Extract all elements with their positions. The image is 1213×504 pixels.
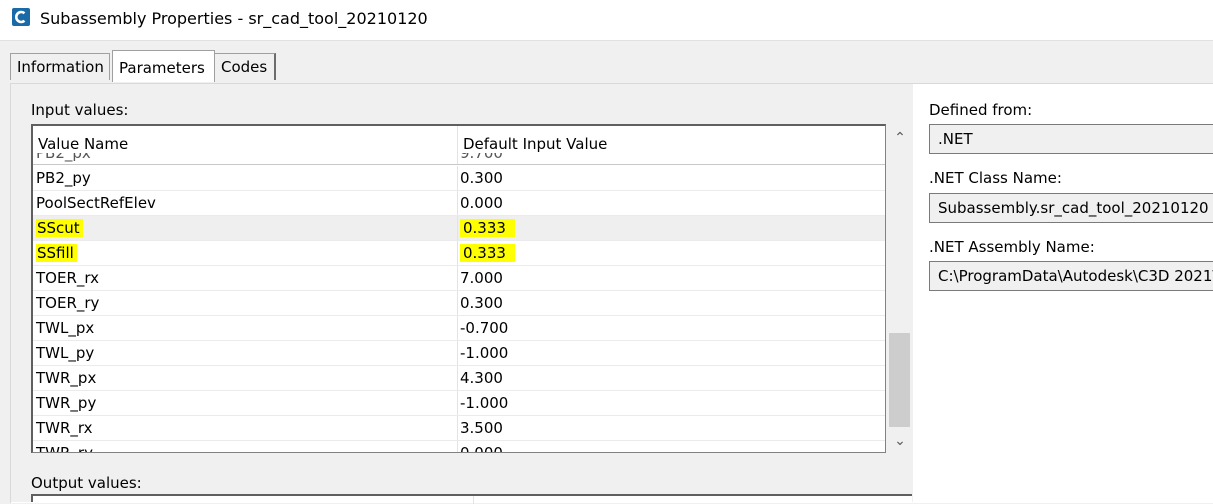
table-row[interactable]: TOER_rx 7.000	[33, 266, 885, 291]
table-row[interactable]: TWL_px -0.700	[33, 316, 885, 341]
default-value-cell[interactable]: 0.000	[460, 194, 503, 212]
value-name-cell: SScut	[36, 219, 83, 237]
grid-rows: PB2_py 0.300 PoolSectRefElev 0.000 SScut…	[33, 166, 885, 453]
output-values-grid[interactable]	[31, 494, 912, 504]
highlight-mark: SScut	[36, 219, 83, 237]
value-name-cell: PoolSectRefElev	[36, 194, 156, 212]
input-values-label: Input values:	[31, 101, 129, 119]
tab-strip: Information Parameters Codes	[0, 41, 1213, 83]
table-row-partial: PB2_px 9.700	[33, 153, 885, 166]
tab-parameters[interactable]: Parameters	[112, 50, 215, 82]
civil3d-icon	[12, 8, 30, 26]
table-row[interactable]: TWR_py -1.000	[33, 391, 885, 416]
table-row[interactable]: TWR_px 4.300	[33, 366, 885, 391]
window-title: Subassembly Properties - sr_cad_tool_202…	[40, 9, 428, 28]
default-value-cell[interactable]: 3.500	[460, 419, 503, 437]
table-row[interactable]: TWR_rx 3.500	[33, 416, 885, 441]
title-bar: Subassembly Properties - sr_cad_tool_202…	[0, 0, 1213, 41]
defined-from-field: .NET	[929, 124, 1213, 154]
value-name-cell: TWR_ry	[36, 444, 93, 453]
tab-information[interactable]: Information	[10, 53, 110, 80]
value-name-cell: PB2_py	[36, 169, 91, 187]
default-value-cell[interactable]: 0.300	[460, 169, 503, 187]
default-value-cell[interactable]: 0.300	[460, 294, 503, 312]
value-name-cell: TWR_py	[36, 394, 97, 412]
chevron-up-icon[interactable]: ⌃	[890, 128, 910, 148]
value-name-cell: TWR_rx	[36, 419, 93, 437]
default-value-cell[interactable]: 0.333	[460, 219, 515, 237]
table-row[interactable]: PoolSectRefElev 0.000	[33, 191, 885, 216]
column-header-default-value[interactable]: Default Input Value	[463, 135, 607, 153]
table-row[interactable]: SSfill 0.333	[33, 241, 885, 266]
value-name-cell: TOER_rx	[36, 269, 100, 287]
net-class-name-label: .NET Class Name:	[929, 169, 1062, 187]
default-value-cell[interactable]: 7.000	[460, 269, 503, 287]
value-name-cell: TWL_px	[36, 319, 95, 337]
partial-row-value: 9.700	[460, 153, 503, 162]
table-row[interactable]: TOER_ry 0.300	[33, 291, 885, 316]
highlight-mark: 0.333	[460, 219, 515, 237]
table-row-selected[interactable]: SScut 0.333	[33, 216, 885, 241]
table-row[interactable]: TWL_py -1.000	[33, 341, 885, 366]
scrollbar-thumb[interactable]	[889, 333, 910, 427]
table-row[interactable]: TWR_ry 0.000	[33, 441, 885, 453]
value-name-cell: TWR_px	[36, 369, 97, 387]
column-divider	[473, 496, 474, 504]
net-class-name-field: Subassembly.sr_cad_tool_20210120	[929, 193, 1213, 223]
value-name-cell: TWL_py	[36, 344, 95, 362]
output-values-label: Output values:	[31, 474, 142, 492]
default-value-cell[interactable]: -1.000	[460, 344, 508, 362]
vertical-scrollbar[interactable]: ⌃ ⌄	[887, 124, 912, 455]
default-value-cell[interactable]: 0.333	[460, 244, 515, 262]
input-values-grid[interactable]: Value Name Default Input Value PB2_px 9.…	[31, 124, 886, 453]
default-value-cell[interactable]: -0.700	[460, 319, 508, 337]
highlight-mark: 0.333	[460, 244, 515, 262]
value-name-cell: TOER_ry	[36, 294, 100, 312]
net-assembly-name-label: .NET Assembly Name:	[929, 238, 1095, 256]
tab-codes[interactable]: Codes	[214, 53, 276, 80]
column-header-value-name[interactable]: Value Name	[38, 135, 128, 153]
default-value-cell[interactable]: 0.000	[460, 444, 503, 452]
table-row[interactable]: PB2_py 0.300	[33, 166, 885, 191]
default-value-cell[interactable]: 4.300	[460, 369, 503, 387]
defined-from-label: Defined from:	[929, 101, 1033, 119]
chevron-down-icon[interactable]: ⌄	[890, 431, 910, 451]
highlight-mark: SSfill	[36, 244, 77, 262]
default-value-cell[interactable]: -1.000	[460, 394, 508, 412]
net-assembly-name-field: C:\ProgramData\Autodesk\C3D 2021\	[929, 261, 1213, 291]
partial-row-name: PB2_px	[36, 153, 91, 162]
value-name-cell: SSfill	[36, 244, 77, 262]
